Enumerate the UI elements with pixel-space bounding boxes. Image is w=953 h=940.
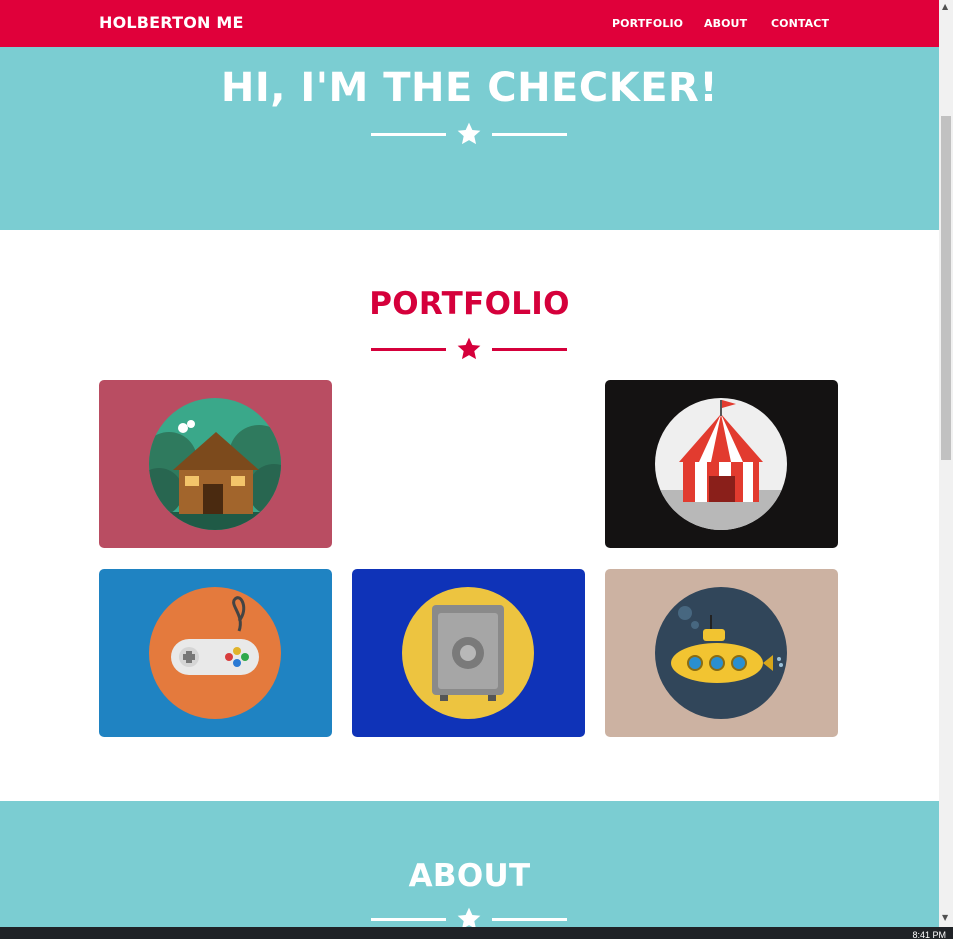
circus-tent-icon	[655, 398, 787, 530]
page-viewport: HOLBERTON ME PORTFOLIO ABOUT CONTACT HI,…	[0, 0, 939, 927]
star-icon	[457, 907, 481, 927]
brand-link[interactable]: HOLBERTON ME	[99, 13, 244, 32]
scroll-up-arrow-icon[interactable]: ▲	[942, 2, 948, 11]
portfolio-item-safe[interactable]	[352, 569, 585, 737]
portfolio-divider	[371, 336, 567, 362]
about-section: ABOUT	[0, 801, 939, 927]
nav-link-contact[interactable]: CONTACT	[771, 17, 829, 30]
star-icon	[457, 122, 481, 145]
portfolio-item-cabin[interactable]	[99, 380, 332, 548]
portfolio-item-game-controller[interactable]	[99, 569, 332, 737]
hero-title: HI, I'M THE CHECKER!	[220, 65, 719, 111]
cabin-icon	[149, 398, 281, 530]
about-title: ABOUT	[408, 858, 531, 894]
navbar: HOLBERTON ME PORTFOLIO ABOUT CONTACT	[0, 0, 939, 47]
scroll-thumb[interactable]	[941, 116, 951, 460]
star-icon	[457, 337, 481, 360]
nav-link-about[interactable]: ABOUT	[704, 17, 747, 30]
game-controller-icon	[149, 587, 281, 719]
portfolio-item-submarine[interactable]	[605, 569, 838, 737]
scroll-down-arrow-icon[interactable]: ▼	[942, 913, 948, 922]
vertical-scrollbar[interactable]: ▲ ▼	[939, 0, 953, 927]
hero-section: HI, I'M THE CHECKER!	[0, 47, 939, 230]
divider-line-right	[492, 918, 567, 921]
divider-line-right	[492, 348, 567, 351]
divider-line-right	[492, 133, 567, 136]
nav-link-portfolio[interactable]: PORTFOLIO	[612, 17, 683, 30]
portfolio-title: PORTFOLIO	[369, 286, 570, 322]
divider-line-left	[371, 348, 446, 351]
safe-icon	[402, 587, 534, 719]
about-divider	[371, 906, 567, 927]
hero-divider	[371, 121, 567, 147]
portfolio-item-circus-tent[interactable]	[605, 380, 838, 548]
taskbar: 8:41 PM	[0, 927, 953, 940]
divider-line-left	[371, 918, 446, 921]
submarine-icon	[655, 587, 787, 719]
divider-line-left	[371, 133, 446, 136]
